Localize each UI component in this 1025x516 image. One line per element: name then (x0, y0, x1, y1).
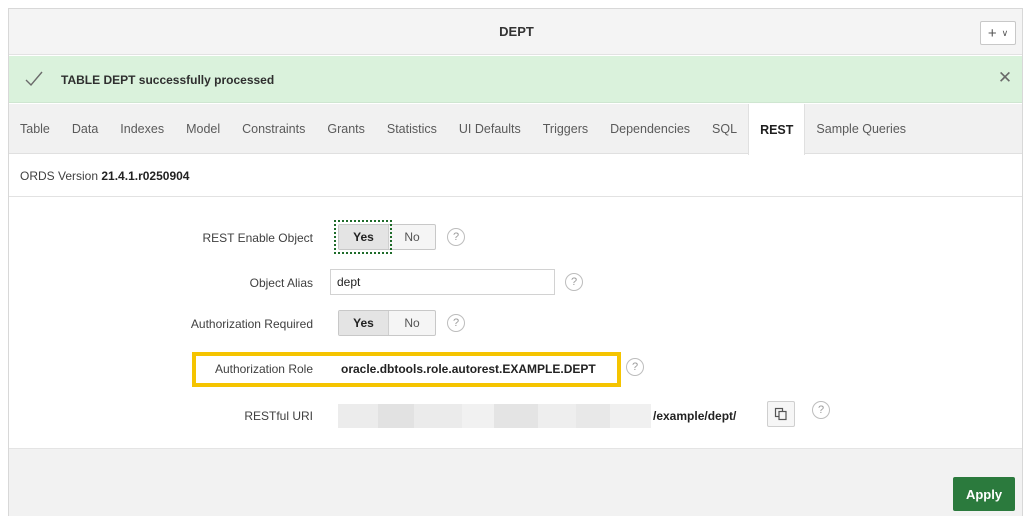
table-dialog: DEPT + ∨ TABLE DEPT successfully process… (8, 8, 1023, 516)
dialog-header: DEPT + ∨ (9, 9, 1022, 55)
ords-version-value: 21.4.1.r0250904 (101, 169, 190, 183)
restful-uri-suffix: /example/dept/ (653, 409, 737, 423)
close-icon[interactable]: ✕ (996, 69, 1014, 87)
tab-rest[interactable]: REST (748, 104, 806, 155)
check-icon (25, 71, 43, 87)
help-icon[interactable]: ? (447, 314, 465, 332)
restful-uri-redacted (338, 404, 651, 428)
tab-dependencies[interactable]: Dependencies (599, 104, 701, 153)
copy-icon (774, 407, 787, 421)
rest-enable-yes[interactable]: Yes (339, 225, 389, 249)
tab-data[interactable]: Data (61, 104, 109, 153)
tab-sql[interactable]: SQL (701, 104, 748, 153)
ords-version: ORDS Version 21.4.1.r0250904 (20, 169, 189, 183)
object-alias-label: Object Alias (249, 276, 313, 290)
auth-required-no[interactable]: No (389, 311, 435, 335)
ords-version-label: ORDS Version (20, 169, 99, 183)
tab-constraints[interactable]: Constraints (231, 104, 316, 153)
tab-table[interactable]: Table (9, 104, 61, 153)
success-banner: TABLE DEPT successfully processed ✕ (9, 56, 1022, 103)
help-icon[interactable]: ? (565, 273, 583, 291)
rest-form: REST Enable Object Yes No ? Object Alias… (9, 198, 1022, 448)
rest-enable-row: REST Enable Object Yes No ? (9, 220, 1022, 254)
auth-required-label: Authorization Required (190, 317, 313, 331)
object-alias-input[interactable] (330, 269, 555, 295)
dialog-title: DEPT (499, 24, 534, 39)
rest-enable-no[interactable]: No (389, 225, 435, 249)
tab-model[interactable]: Model (175, 104, 231, 153)
restful-uri-label: RESTful URI (244, 409, 313, 423)
help-icon[interactable]: ? (447, 228, 465, 246)
help-icon[interactable]: ? (626, 358, 644, 376)
object-tabs: Table Data Indexes Model Constraints Gra… (9, 104, 1022, 155)
auth-required-row: Authorization Required Yes No ? (9, 310, 1022, 340)
auth-role-label: Authorization Role (214, 362, 313, 376)
auth-required-yes[interactable]: Yes (339, 311, 389, 335)
success-message: TABLE DEPT successfully processed (61, 73, 275, 87)
auth-role-value: oracle.dbtools.role.autorest.EXAMPLE.DEP… (341, 362, 596, 376)
plus-icon: + (987, 24, 997, 42)
apply-button[interactable]: Apply (953, 477, 1015, 511)
help-icon[interactable]: ? (812, 401, 830, 419)
ords-version-bar: ORDS Version 21.4.1.r0250904 (9, 155, 1022, 197)
tab-sample-queries[interactable]: Sample Queries (805, 104, 917, 153)
auth-required-toggle: Yes No (338, 310, 436, 336)
object-alias-field-wrap (330, 269, 555, 295)
object-alias-row: Object Alias ? (9, 269, 1022, 299)
add-menu-button[interactable]: + ∨ (980, 21, 1016, 45)
chevron-down-icon: ∨ (1001, 27, 1009, 38)
tab-grants[interactable]: Grants (316, 104, 376, 153)
tab-triggers[interactable]: Triggers (532, 104, 599, 153)
copy-uri-button[interactable] (767, 401, 795, 427)
tab-ui-defaults[interactable]: UI Defaults (448, 104, 532, 153)
rest-enable-label: REST Enable Object (202, 231, 313, 245)
dialog-footer: Apply (9, 448, 1022, 516)
tab-indexes[interactable]: Indexes (109, 104, 175, 153)
rest-enable-toggle: Yes No (334, 220, 436, 254)
tab-statistics[interactable]: Statistics (376, 104, 448, 153)
